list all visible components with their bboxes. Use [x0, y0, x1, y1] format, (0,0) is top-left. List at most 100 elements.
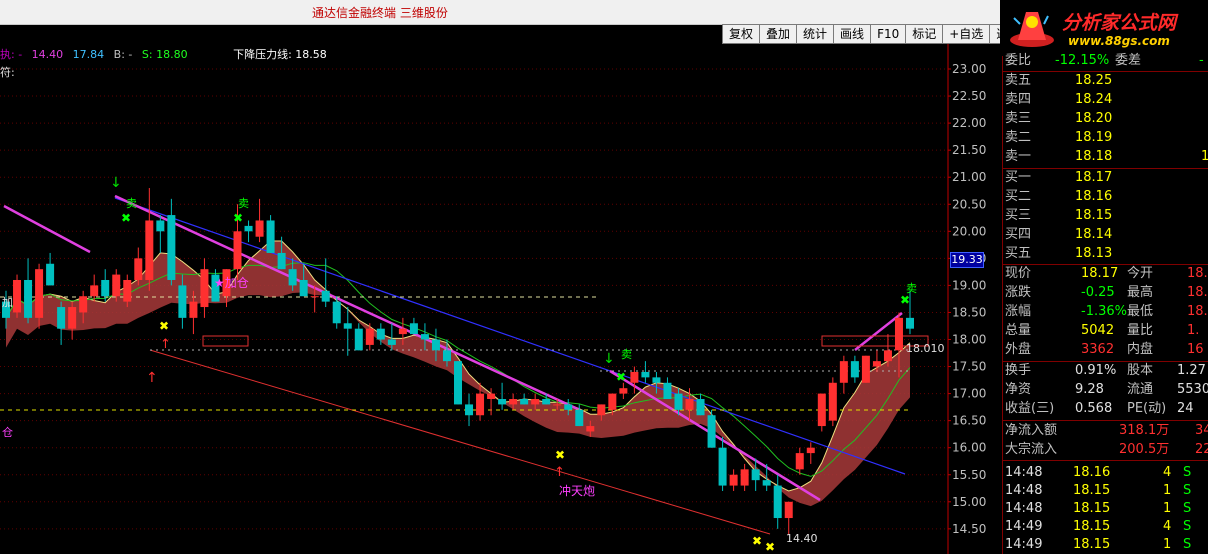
candle-body[interactable] [255, 220, 264, 237]
candle-body[interactable] [520, 399, 529, 405]
ask-level-row[interactable]: 卖三 18.20 [1003, 110, 1208, 128]
bid-level-row[interactable]: 买一 18.17 [1003, 169, 1208, 187]
candle-body[interactable] [894, 317, 903, 351]
candle-body[interactable] [817, 393, 826, 427]
candle-body[interactable] [134, 258, 143, 280]
candle-body[interactable] [24, 279, 33, 318]
candle-body[interactable] [597, 404, 606, 416]
candle-body[interactable] [542, 399, 551, 405]
candle-body[interactable] [68, 307, 77, 329]
ask-level-row[interactable]: 卖二 18.19 [1003, 129, 1208, 147]
candle-body[interactable] [233, 231, 242, 270]
candle-body[interactable] [674, 393, 683, 410]
candle-body[interactable] [663, 382, 672, 400]
candle-body[interactable] [718, 447, 727, 486]
mark-button[interactable]: 标记 [905, 24, 944, 44]
candle-body[interactable] [101, 279, 110, 297]
overlay-button[interactable]: 叠加 [759, 24, 798, 44]
candle-body[interactable] [277, 252, 286, 270]
candle-body[interactable] [200, 269, 209, 308]
candle-body[interactable] [773, 485, 782, 519]
candle-body[interactable] [707, 415, 716, 448]
candle-body[interactable] [729, 474, 738, 486]
candle-body[interactable] [288, 269, 297, 286]
candle-body[interactable] [608, 393, 617, 410]
bid-level-row[interactable]: 买五 18.13 [1003, 245, 1208, 263]
candle-body[interactable] [79, 296, 88, 313]
candle-body[interactable] [696, 399, 705, 416]
ask-level-row[interactable]: 卖五 18.25 [1003, 72, 1208, 90]
candle-body[interactable] [46, 263, 55, 286]
candle-body[interactable] [321, 290, 330, 302]
candle-body[interactable] [189, 301, 198, 318]
candle-body[interactable] [751, 469, 760, 481]
ask-level-row[interactable]: 卖四 18.24 [1003, 91, 1208, 109]
candle-body[interactable] [454, 361, 462, 405]
candle-body[interactable] [35, 269, 44, 318]
candle-body[interactable] [57, 307, 66, 329]
kline-chart[interactable]: 23.0022.5022.0021.5021.0020.5020.0019.50… [0, 44, 1000, 554]
f10-button[interactable]: F10 [870, 24, 907, 44]
candle-body[interactable] [398, 328, 407, 335]
candle-body[interactable] [420, 334, 429, 340]
candle-body[interactable] [685, 399, 694, 410]
candle-body[interactable] [145, 220, 154, 280]
candle-body[interactable] [652, 377, 661, 383]
candle-body[interactable] [112, 274, 121, 297]
draw-line-button[interactable]: 画线 [833, 24, 872, 44]
candle-body[interactable] [431, 339, 440, 351]
bid-level-row[interactable]: 买二 18.16 [1003, 188, 1208, 206]
candle-body[interactable] [795, 453, 804, 470]
candle-body[interactable] [299, 279, 308, 297]
candle-body[interactable] [586, 426, 595, 432]
candle-body[interactable] [906, 317, 914, 329]
candle-body[interactable] [872, 361, 881, 367]
candle-body[interactable] [123, 279, 132, 302]
candle-body[interactable] [476, 393, 485, 416]
candle-body[interactable] [861, 355, 870, 383]
candle-body[interactable] [376, 328, 385, 340]
candle-body[interactable] [531, 399, 540, 405]
fuquan-button[interactable]: 复权 [722, 24, 761, 44]
candle-body[interactable] [553, 404, 562, 406]
candle-body[interactable] [883, 350, 892, 362]
candle-body[interactable] [156, 220, 165, 232]
candle-body[interactable] [575, 409, 584, 427]
candle-body[interactable] [387, 339, 396, 345]
candle-body[interactable] [365, 328, 374, 345]
candle-body[interactable] [784, 501, 793, 519]
candle-body[interactable] [244, 225, 253, 232]
candle-body[interactable] [762, 480, 771, 486]
candle-body[interactable] [641, 371, 650, 378]
candle-body[interactable] [806, 447, 815, 454]
candle-body[interactable] [619, 388, 628, 394]
candle-body[interactable] [740, 469, 749, 486]
right-price-label: 18.010 [906, 342, 945, 355]
candle-body[interactable] [498, 399, 507, 405]
bid-level-row[interactable]: 买三 18.15 [1003, 207, 1208, 225]
bid-level-row[interactable]: 买四 18.14 [1003, 226, 1208, 244]
candle-body[interactable] [332, 301, 341, 324]
candle-body[interactable] [630, 371, 639, 383]
candle-body[interactable] [13, 279, 22, 313]
candle-body[interactable] [90, 285, 99, 297]
candle-body[interactable] [828, 382, 837, 421]
cross-icon: ✖ [159, 319, 169, 333]
candle-body[interactable] [343, 323, 352, 329]
candle-body[interactable] [310, 296, 319, 298]
candle-body[interactable] [178, 285, 187, 318]
ask-level-row[interactable]: 卖一 18.18 1 [1003, 148, 1208, 166]
candle-body[interactable] [564, 404, 573, 410]
candle-body[interactable] [839, 361, 848, 383]
statistics-button[interactable]: 统计 [796, 24, 835, 44]
candle-body[interactable] [509, 399, 518, 405]
candle-body[interactable] [465, 404, 474, 416]
candle-body[interactable] [442, 350, 451, 362]
candle-body[interactable] [167, 215, 176, 280]
candle-body[interactable] [487, 393, 496, 400]
candle-body[interactable] [266, 220, 275, 253]
candle-body[interactable] [354, 328, 363, 351]
candle-body[interactable] [850, 361, 859, 378]
candle-body[interactable] [409, 323, 418, 335]
add-watchlist-button[interactable]: +自选 [942, 24, 991, 44]
